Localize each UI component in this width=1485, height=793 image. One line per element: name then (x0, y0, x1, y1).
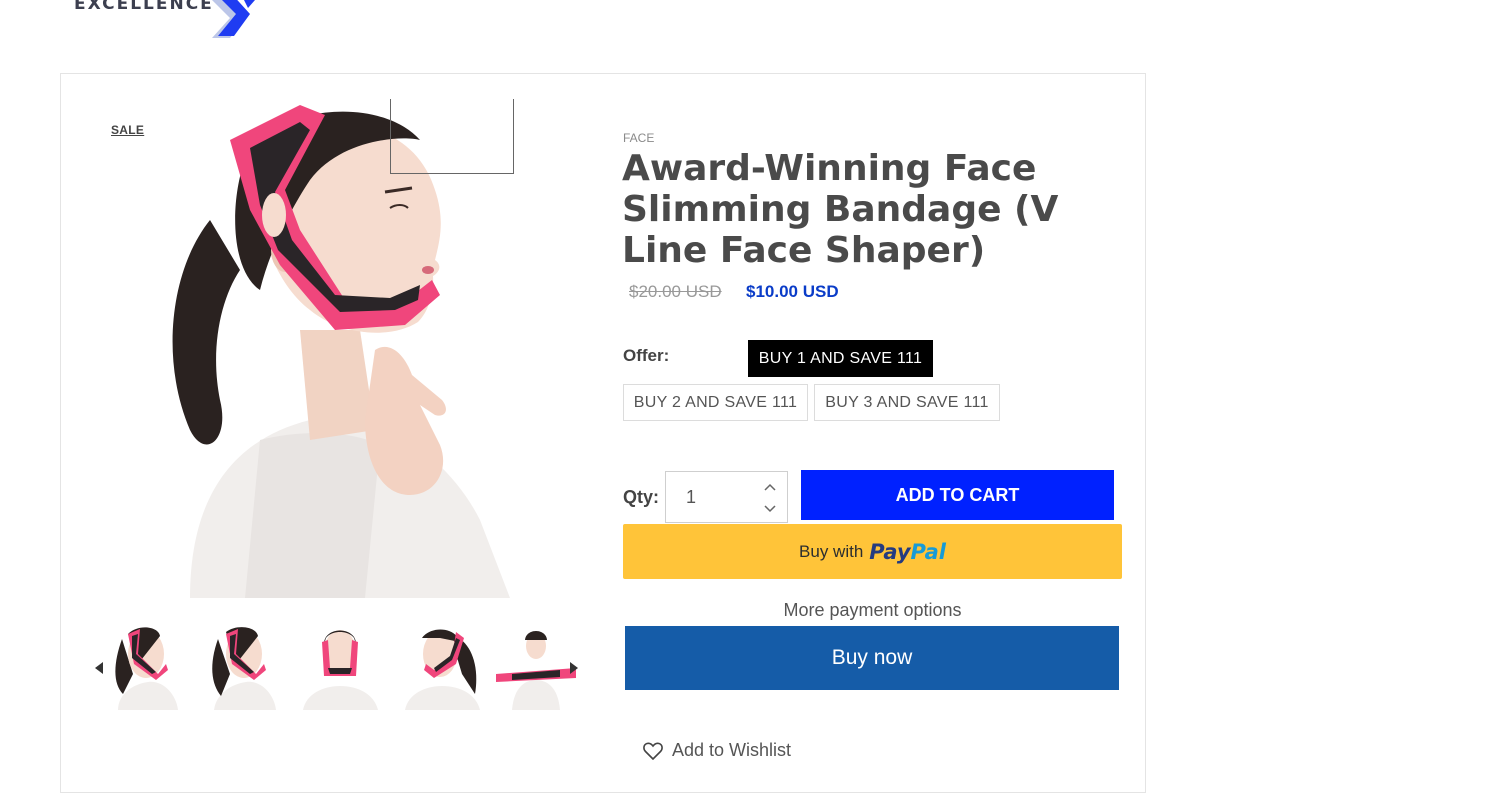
thumbnail-1[interactable] (108, 624, 196, 710)
thumbnail-gallery (88, 620, 588, 712)
heart-icon (643, 742, 663, 760)
product-title: Award-Winning Face Slimming Bandage (V L… (622, 148, 1059, 271)
thumbnail-4[interactable] (400, 624, 488, 710)
more-payment-options-link[interactable]: More payment options (623, 600, 1122, 621)
thumbnail-2[interactable] (206, 624, 294, 710)
sale-price: $10.00 USD (746, 282, 839, 301)
offer-option-buy-3[interactable]: BUY 3 AND SAVE 111 (814, 384, 1000, 421)
logo-chevron-icon (212, 0, 255, 38)
offer-label: Offer: (623, 346, 670, 365)
decrement-chevron-down-icon[interactable] (760, 499, 780, 519)
compare-price: $20.00 USD (629, 282, 722, 301)
offer-option-buy-1[interactable]: BUY 1 AND SAVE 111 (748, 340, 933, 377)
next-arrow-icon[interactable] (563, 658, 583, 678)
add-to-cart-button[interactable]: ADD TO CART (801, 470, 1114, 520)
quantity-stepper[interactable]: 1 (665, 471, 788, 523)
quantity-input[interactable]: 1 (686, 487, 696, 508)
thumbnail-3[interactable] (298, 624, 386, 710)
prev-arrow-icon[interactable] (90, 658, 110, 678)
offer-option-buy-2[interactable]: BUY 2 AND SAVE 111 (623, 384, 808, 421)
product-collection[interactable]: FACE (623, 131, 654, 145)
sale-badge: SALE (111, 123, 145, 137)
paypal-logo-pay: Pay (869, 539, 911, 564)
product-main-image[interactable] (150, 100, 545, 598)
paypal-button[interactable]: Buy with Pay Pal (623, 524, 1122, 579)
quantity-label: Qty: (623, 487, 659, 507)
store-logo[interactable]: EXCELLENCE (74, 0, 274, 38)
paypal-logo-pal: Pal (910, 539, 946, 564)
wishlist-label: Add to Wishlist (672, 740, 792, 760)
logo-text: EXCELLENCE (74, 0, 214, 14)
paypal-prefix: Buy with (799, 541, 864, 561)
increment-chevron-up-icon[interactable] (760, 477, 780, 497)
add-to-wishlist-button[interactable]: Add to Wishlist (643, 740, 791, 761)
buy-now-button[interactable]: Buy now (625, 626, 1119, 690)
zoom-lens (390, 99, 514, 174)
